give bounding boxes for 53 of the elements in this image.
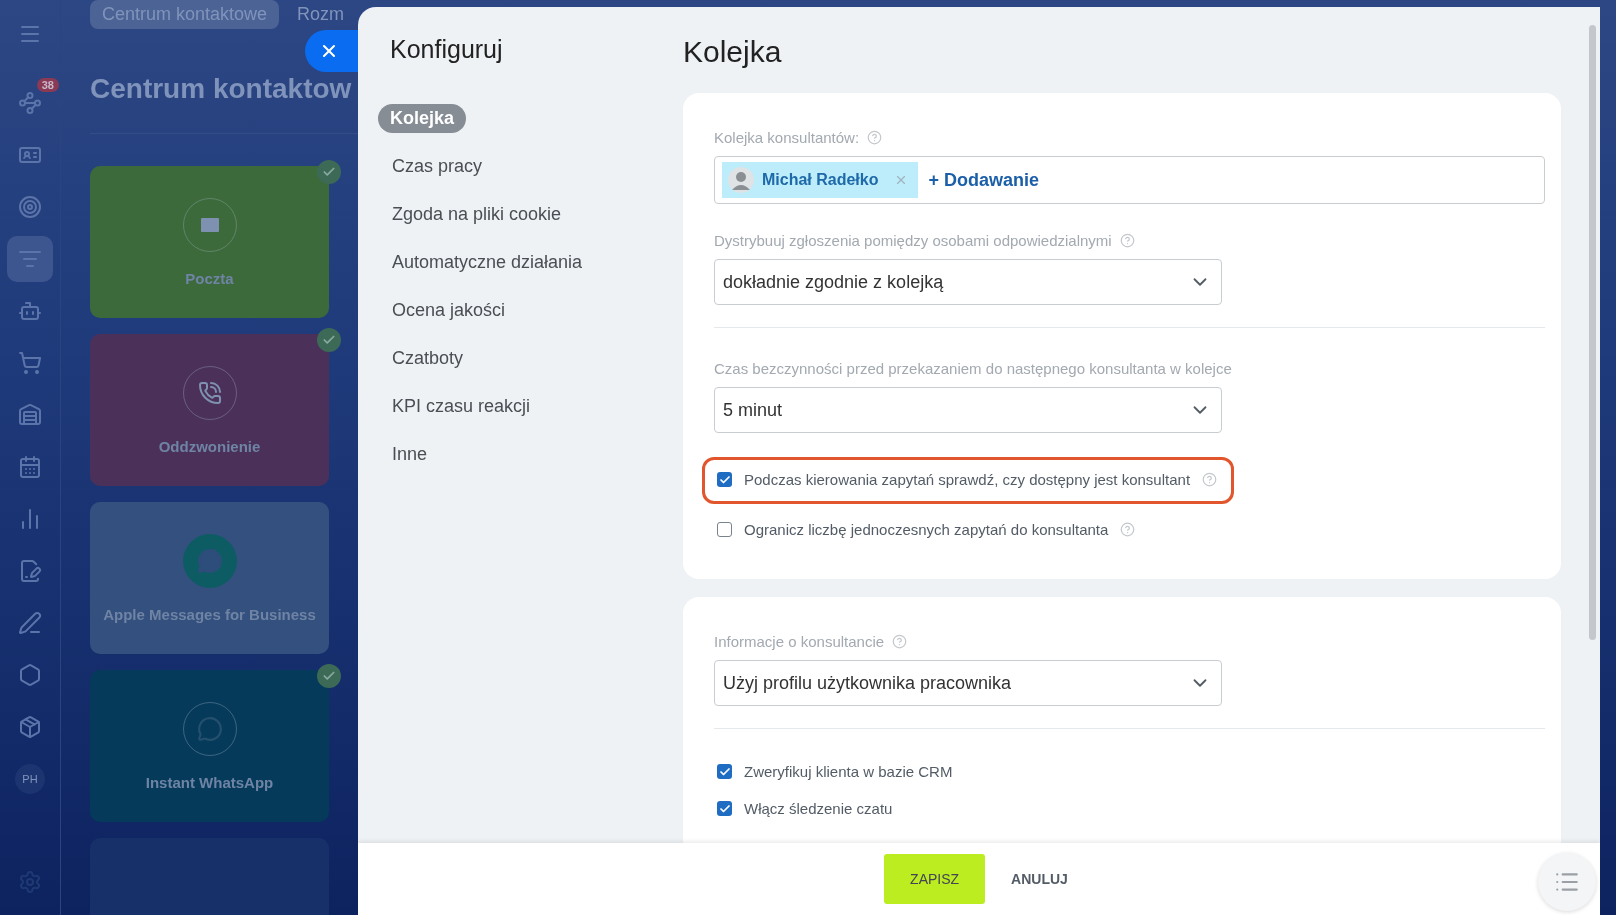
checkbox[interactable] [717, 764, 732, 779]
nav-item[interactable]: Czatboty [378, 344, 478, 373]
nav-item[interactable]: Ocena jakości [378, 296, 520, 325]
check-icon [317, 160, 341, 184]
save-button[interactable]: ZAPISZ [884, 854, 986, 904]
panel-title: Konfiguruj [390, 35, 504, 64]
check-icon [317, 328, 341, 352]
route-icon[interactable] [18, 91, 42, 115]
hexagon-icon[interactable] [18, 663, 42, 687]
warehouse-icon[interactable] [18, 403, 42, 427]
checkbox-label: Ogranicz liczbę jednoczesnych zapytań do konsultanta [744, 521, 1109, 538]
checkbox[interactable] [717, 472, 732, 487]
count-badge: 38 [36, 78, 59, 92]
help-icon[interactable] [1202, 472, 1218, 487]
nav-item[interactable]: KPI czasu reakcji [378, 392, 545, 421]
close-button[interactable] [305, 30, 358, 72]
check-icon [317, 664, 341, 688]
robot-icon[interactable] [18, 299, 42, 323]
nav-item[interactable]: Inne [378, 440, 442, 469]
avatar-icon [728, 167, 754, 193]
section-title: Kolejka [683, 35, 783, 69]
user-avatar[interactable]: PH [15, 764, 45, 794]
select-field[interactable]: 5 minut [714, 387, 1222, 433]
checkbox-label: Podczas kierowania zapytań sprawdź, czy dostępny jest konsultant [744, 471, 1191, 488]
field-label: Czas bezczynności przed przekazaniem do następnego konsultanta w kolejce [714, 360, 1232, 377]
select-field[interactable]: dokładnie zgodnie z kolejką [714, 259, 1222, 305]
box-icon[interactable] [18, 715, 42, 739]
document-pen-icon[interactable] [18, 559, 42, 583]
cart-icon[interactable] [18, 351, 42, 375]
nav-item[interactable]: Czas pracy [378, 152, 497, 181]
scrollbar[interactable] [1589, 25, 1596, 640]
user-chip[interactable]: Michał Radełko [722, 162, 919, 198]
cancel-button[interactable]: ANULUJ [1005, 870, 1074, 888]
add-link[interactable]: + Dodawanie [928, 169, 1039, 191]
checkbox-label: Zweryfikuj klienta w bazie CRM [744, 763, 953, 780]
help-icon[interactable] [867, 130, 883, 145]
checkbox[interactable] [717, 801, 732, 816]
checkbox-label: Włącz śledzenie czatu [744, 800, 893, 817]
field-label: Kolejka konsultantów: [714, 129, 860, 146]
calendar-icon[interactable] [18, 455, 42, 479]
field-label: Dystrybuuj zgłoszenia pomiędzy osobami odpowiedzialnymi [714, 232, 1112, 249]
select-field[interactable]: Użyj profilu użytkownika pracownika [714, 660, 1222, 706]
field-label: Informacje o konsultancie [714, 633, 885, 650]
nav-item[interactable]: Zgoda na pliki cookie [378, 200, 576, 229]
help-icon[interactable] [892, 634, 908, 649]
target-icon[interactable] [18, 195, 42, 219]
users-field[interactable]: Michał Radełko + Dodawanie [714, 156, 1545, 204]
list-button[interactable] [1538, 853, 1596, 911]
checkbox[interactable] [717, 522, 732, 537]
pen-icon[interactable] [18, 611, 42, 635]
nav-item[interactable]: Automatyczne działania [378, 248, 597, 277]
help-icon[interactable] [1119, 233, 1135, 248]
help-icon[interactable] [1120, 522, 1136, 537]
